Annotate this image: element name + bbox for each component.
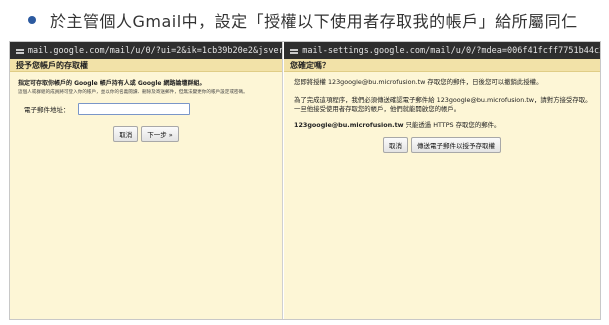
intro-description: 這個人或群組的成員將可登入你的帳戶，並以你的名義閱讀、刪除及寄送郵件，但無法變更… <box>18 90 248 95</box>
headline-row: 於主管個人Gmail中，設定「授權以下使用者存取我的帳戶」給所屬同仁 <box>28 8 578 32</box>
button-row: 取消 下一步 » <box>18 126 274 142</box>
screenshot-frame: mail.google.com/mail/u/0/?ui=2&ik=1cb39b… <box>9 41 601 320</box>
menu-grip-icon <box>290 47 299 55</box>
intro-heading: 指定可存取你帳戶的 Google 帳戶持有人或 Google 網路論壇群組。 <box>18 80 206 87</box>
confirmation-line-2: 一旦他接受使用者存取您的帳戶，他們就能開啟您的帳戶。 <box>294 105 461 113</box>
page-header: 您確定嗎？ <box>284 59 600 72</box>
grant-access-window: mail.google.com/mail/u/0/?ui=2&ik=1cb39b… <box>10 42 283 319</box>
delegate-email: 123google@bu.microfusion.tw <box>294 121 404 129</box>
url-text[interactable]: mail.google.com/mail/u/0/?ui=2&ik=1cb39b… <box>28 46 282 56</box>
button-row: 取消 傳送電子郵件以授予存取權 <box>294 137 590 153</box>
cancel-button[interactable]: 取消 <box>113 126 139 142</box>
bullet-icon <box>28 16 36 24</box>
authorization-notice: 您即將授權 123google@bu.microfusion.tw 存取您的郵件… <box>294 78 543 86</box>
email-row: 電子郵件地址： <box>24 103 274 115</box>
https-notice: 123google@bu.microfusion.tw 只能透過 HTTPS 存… <box>294 121 590 130</box>
menu-grip-icon <box>16 47 24 55</box>
url-text[interactable]: mail-settings.google.com/mail/u/0/?mdea=… <box>302 46 600 56</box>
cancel-button[interactable]: 取消 <box>383 137 408 153</box>
email-label: 電子郵件地址： <box>24 106 70 114</box>
https-notice-text: 只能透過 HTTPS 存取您的郵件。 <box>403 121 501 129</box>
next-step-button[interactable]: 下一步 » <box>141 126 179 142</box>
slide-headline: 於主管個人Gmail中，設定「授權以下使用者存取我的帳戶」給所屬同仁 <box>50 12 578 31</box>
slide: ▧ ▧ 於主管個人Gmail中，設定「授權以下使用者存取我的帳戶」給所屬同仁 m… <box>0 0 609 325</box>
address-bar[interactable]: mail-settings.google.com/mail/u/0/?mdea=… <box>284 42 600 59</box>
page-title: 授予您帳戶的存取權 <box>16 60 88 70</box>
confirm-window: mail-settings.google.com/mail/u/0/?mdea=… <box>284 42 600 319</box>
page-body: 您即將授權 123google@bu.microfusion.tw 存取您的郵件… <box>284 72 600 319</box>
confirmation-line-1: 為了完成這項程序，我們必須傳送確認電子郵件給 123google@bu.micr… <box>294 96 592 104</box>
address-bar[interactable]: mail.google.com/mail/u/0/?ui=2&ik=1cb39b… <box>10 42 282 59</box>
page-body: 指定可存取你帳戶的 Google 帳戶持有人或 Google 網路論壇群組。 這… <box>10 72 282 319</box>
send-email-button[interactable]: 傳送電子郵件以授予存取權 <box>411 137 501 153</box>
email-field[interactable] <box>77 103 190 115</box>
confirmation-text: 為了完成這項程序，我們必須傳送確認電子郵件給 123google@bu.micr… <box>294 96 592 114</box>
page-title: 您確定嗎？ <box>290 60 330 70</box>
page-header: 授予您帳戶的存取權 <box>10 59 282 72</box>
